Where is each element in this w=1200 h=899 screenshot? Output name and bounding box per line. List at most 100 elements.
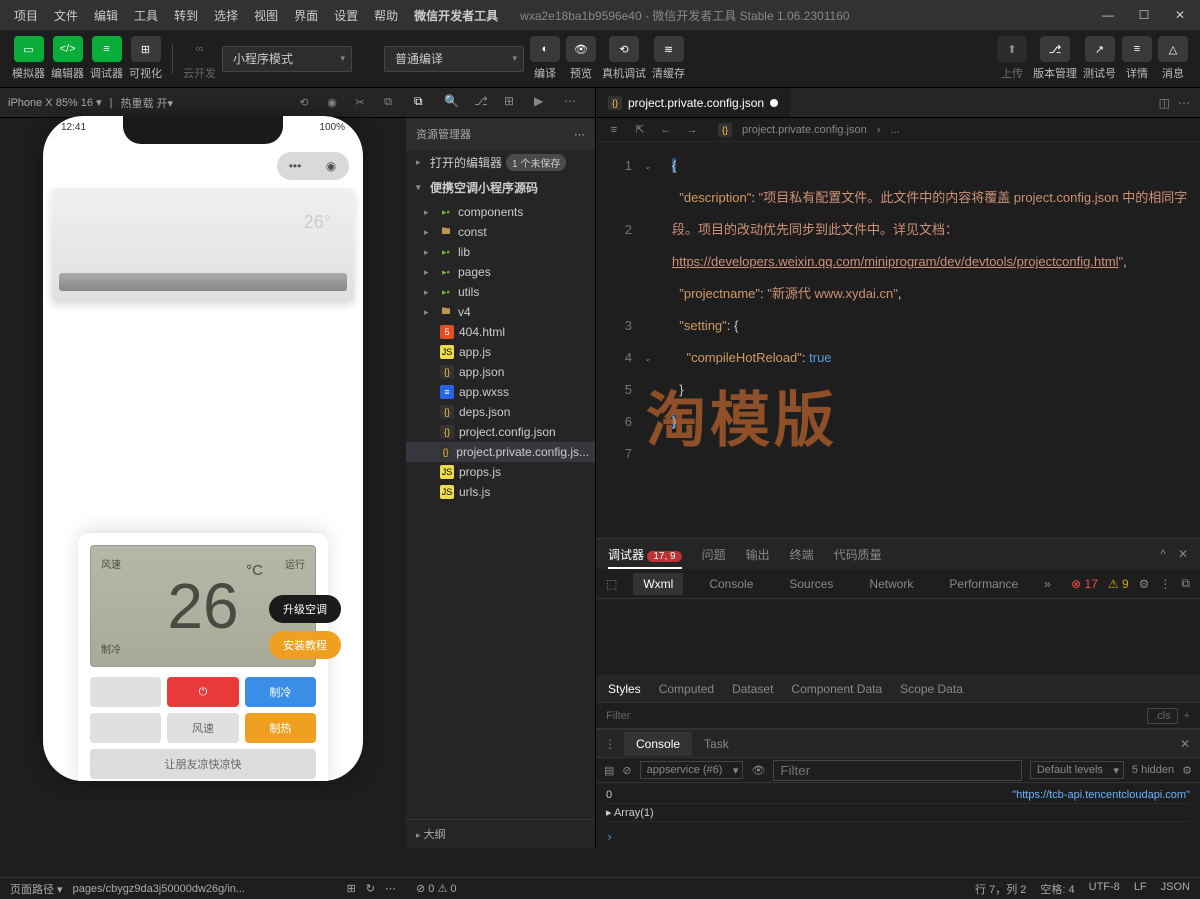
split-icon[interactable]: ◫ — [1159, 96, 1170, 110]
debug-tab-terminal[interactable]: 终端 — [790, 546, 814, 563]
problems-status[interactable]: ⊘ 0 ⚠ 0 — [416, 882, 456, 895]
maximize-icon[interactable]: ☐ — [1132, 3, 1156, 27]
menu-wx[interactable]: 微信开发者工具 — [408, 3, 504, 28]
ext-tab-icon[interactable]: ⊞ — [504, 94, 522, 112]
inspect-icon[interactable]: ⬚ — [606, 577, 617, 591]
remote-heat-button[interactable]: 制热 — [245, 713, 316, 743]
menu-ui[interactable]: 界面 — [288, 3, 324, 28]
devtool-perf[interactable]: Performance — [939, 573, 1028, 595]
gear-icon[interactable]: ⚙ — [1182, 764, 1192, 777]
file-appjson[interactable]: {}app.json — [406, 362, 595, 382]
nav-icon[interactable]: ≡ — [606, 122, 622, 138]
record-icon[interactable]: ◉ — [322, 93, 342, 113]
menu-view[interactable]: 视图 — [248, 3, 284, 28]
preview-button[interactable]: 👁预览 — [566, 36, 596, 81]
code-editor[interactable]: 1 2 34567 ⌄⌄ { "description": "项目私有配置文件。… — [596, 142, 1200, 538]
devtool-wxml[interactable]: Wxml — [633, 573, 683, 595]
styles-filter[interactable]: Filter — [606, 710, 630, 722]
debugger-button[interactable]: ≡调试器 — [90, 36, 123, 81]
more-tab-icon[interactable]: ⋯ — [564, 94, 582, 112]
scopedata-tab[interactable]: Scope Data — [900, 682, 963, 696]
debug-tab-quality[interactable]: 代码质量 — [834, 546, 882, 563]
folder-v4[interactable]: ▸🖿v4 — [406, 302, 595, 322]
debug-tab-icon[interactable]: ▶ — [534, 94, 552, 112]
hotreload-toggle[interactable]: 热重载 开▾ — [120, 95, 173, 111]
close-icon[interactable]: ✕ — [1168, 3, 1192, 27]
dock-icon[interactable]: ⧉ — [1181, 576, 1190, 591]
folder-const[interactable]: ▸🖿const — [406, 222, 595, 242]
folder-components[interactable]: ▸▸▪components — [406, 202, 595, 222]
compile-mode-dropdown[interactable]: 普通编译 — [384, 46, 524, 72]
visual-button[interactable]: ⊞可视化 — [129, 36, 162, 81]
outline-section[interactable]: ▸ 大纲 — [406, 819, 595, 848]
warn-count[interactable]: ⚠ 9 — [1108, 577, 1129, 591]
file-urls[interactable]: JSurls.js — [406, 482, 595, 502]
devtool-sources[interactable]: Sources — [779, 573, 843, 595]
error-count[interactable]: ⊗ 17 — [1071, 577, 1098, 591]
drawer-close-icon[interactable]: ✕ — [1170, 737, 1200, 751]
devtool-console[interactable]: Console — [699, 573, 763, 595]
menu-project[interactable]: 项目 — [8, 3, 44, 28]
context-selector[interactable]: appservice (#6) — [640, 761, 744, 779]
project-root[interactable]: ▾便携空调小程序源码 — [406, 175, 595, 200]
remote-blank-button[interactable] — [90, 677, 161, 707]
sim-icon2[interactable]: ↻ — [366, 882, 375, 895]
file-appwxss[interactable]: ≡app.wxss — [406, 382, 595, 402]
compdata-tab[interactable]: Component Data — [791, 682, 882, 696]
console-prompt[interactable]: › — [596, 826, 1200, 848]
capsule-menu-icon[interactable]: ••• — [277, 152, 313, 180]
drawer-toggle-icon[interactable]: ⋮ — [596, 737, 624, 751]
file-projectconfig[interactable]: {}project.config.json — [406, 422, 595, 442]
scm-tab-icon[interactable]: ⎇ — [474, 94, 492, 112]
menu-settings[interactable]: 设置 — [328, 3, 364, 28]
console-tab[interactable]: Console — [624, 732, 692, 756]
sim-icon1[interactable]: ⊞ — [347, 882, 356, 895]
detail-button[interactable]: ≡详情 — [1122, 36, 1152, 81]
devtool-more-icon[interactable]: » — [1044, 577, 1051, 591]
code-content[interactable]: { "description": "项目私有配置文件。此文件中的内容将覆盖 pr… — [664, 142, 1200, 538]
simulator-button[interactable]: ▭模拟器 — [12, 36, 45, 81]
fwd-icon[interactable]: → — [684, 122, 700, 138]
open-editors-section[interactable]: ▸打开的编辑器1 个未保存 — [406, 150, 595, 175]
task-tab[interactable]: Task — [692, 732, 741, 756]
menu-goto[interactable]: 转到 — [168, 3, 204, 28]
panel-close-icon[interactable]: ✕ — [1178, 547, 1188, 561]
cls-toggle[interactable]: .cls — [1147, 708, 1178, 724]
cursor-position[interactable]: 行 7，列 2 — [975, 881, 1026, 897]
file-404[interactable]: 5404.html — [406, 322, 595, 342]
minimize-icon[interactable]: — — [1096, 3, 1120, 27]
real-debug-button[interactable]: ⟲真机调试 — [602, 36, 646, 81]
computed-tab[interactable]: Computed — [659, 682, 714, 696]
compile-button[interactable]: ◐编译 — [530, 36, 560, 81]
message-button[interactable]: △消息 — [1158, 36, 1188, 81]
refresh-icon[interactable]: ⟲ — [294, 93, 314, 113]
test-button[interactable]: ↗测试号 — [1083, 36, 1116, 81]
mode-dropdown[interactable]: 小程序模式 — [222, 46, 352, 72]
search-tab-icon[interactable]: 🔍 — [444, 94, 462, 112]
file-projectprivate[interactable]: {}project.private.config.js... — [406, 442, 595, 462]
menu-select[interactable]: 选择 — [208, 3, 244, 28]
clear-cache-button[interactable]: ≋清缓存 — [652, 36, 685, 81]
install-button[interactable]: 安装教程 — [269, 631, 341, 659]
remote-wind-button[interactable]: 风速 — [167, 713, 238, 743]
lang-indicator[interactable]: JSON — [1161, 881, 1190, 897]
page-path-label[interactable]: 页面路径 ▾ — [10, 881, 63, 897]
panel-up-icon[interactable]: ^ — [1160, 547, 1166, 561]
breadcrumb[interactable]: project.private.config.json — [742, 124, 867, 136]
eol-indicator[interactable]: LF — [1134, 881, 1147, 897]
debug-tab-output[interactable]: 输出 — [746, 546, 770, 563]
console-filter-input[interactable] — [773, 760, 1021, 781]
cloud-button[interactable]: ∞云开发 — [183, 36, 216, 81]
remote-blank-button[interactable] — [90, 713, 161, 743]
kebab-icon[interactable]: ⋮ — [1159, 577, 1171, 591]
upload-button[interactable]: ⬆上传 — [997, 36, 1027, 81]
more-icon[interactable]: ⋯ — [1178, 96, 1190, 110]
upgrade-button[interactable]: 升级空调 — [269, 595, 341, 623]
version-button[interactable]: ⎇版本管理 — [1033, 36, 1077, 81]
levels-selector[interactable]: Default levels — [1030, 761, 1124, 779]
eye-icon[interactable]: 👁 — [751, 764, 765, 777]
folder-utils[interactable]: ▸▸▪utils — [406, 282, 595, 302]
menu-edit[interactable]: 编辑 — [88, 3, 124, 28]
sim-icon3[interactable]: ⋯ — [385, 882, 396, 895]
explorer-tab-icon[interactable]: ⧉ — [414, 94, 432, 112]
